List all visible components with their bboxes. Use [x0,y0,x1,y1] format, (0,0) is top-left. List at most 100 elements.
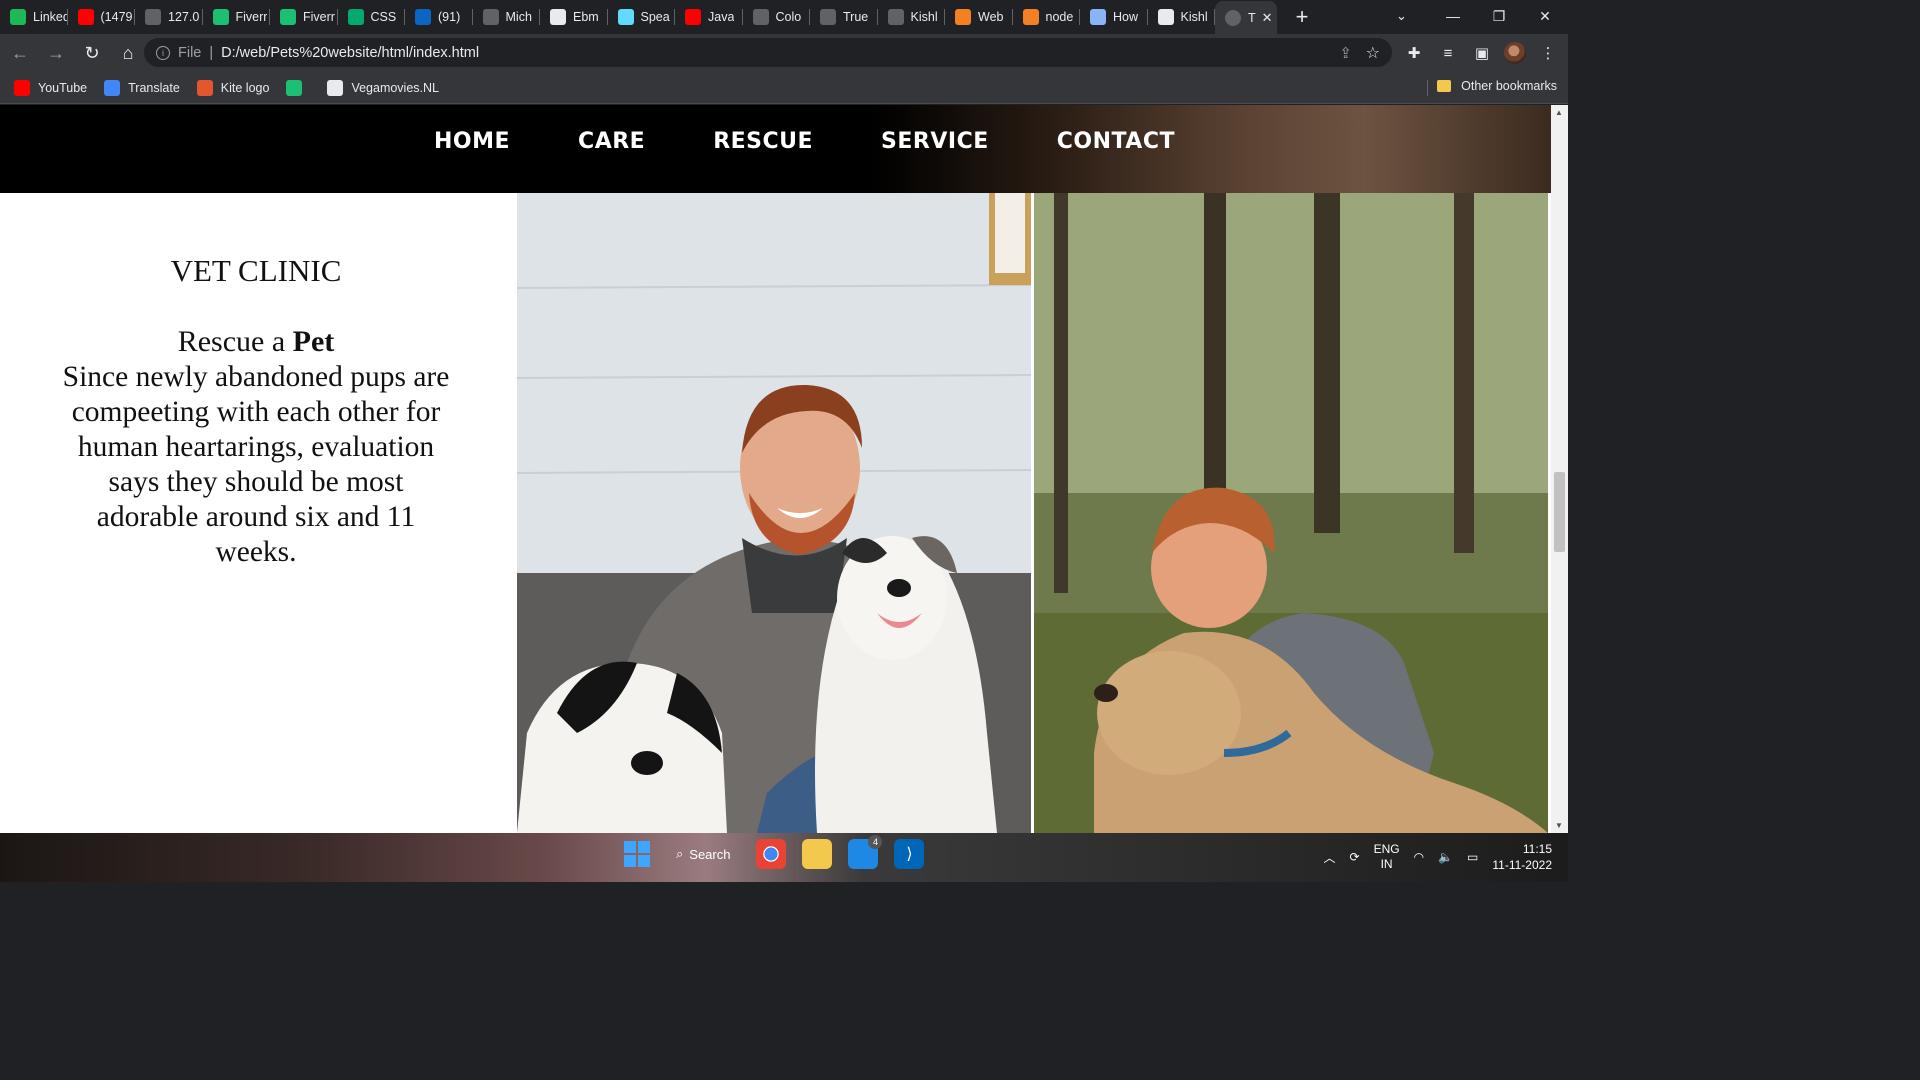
profile-avatar[interactable] [1504,42,1526,64]
nav-link-care[interactable]: CARE [578,129,645,154]
close-window-button[interactable]: ✕ [1522,0,1568,32]
tab-item[interactable]: Kishl [878,0,946,34]
bookmark-label: Kite logo [220,80,270,95]
stackoverflow-icon [955,9,971,25]
clinic-title: VET CLINIC [170,253,342,288]
forward-button[interactable]: → [40,37,72,69]
tab-item[interactable]: Web [945,0,1013,34]
tab-item[interactable]: Fiverr [270,0,338,34]
vet-clinic-section: VET CLINIC Rescue a Pet Since newly aban… [0,193,517,833]
address-bar[interactable]: i File | D:/web/Pets%20website/html/inde… [144,38,1392,67]
tab-label: T [1248,11,1256,25]
new-tab-button[interactable]: + [1285,0,1319,34]
home-button[interactable]: ⌂ [112,37,144,69]
green-square-icon [10,9,26,25]
system-tray: ︿ ⟳ ENG IN ◠ 🔈 ▭ 11:15 11-11-2022 [1324,841,1552,873]
start-icon[interactable] [624,841,650,867]
tab-label: Ebm [573,10,599,24]
globe-icon [1225,10,1241,26]
site-nav-list: HOME CARE RESCUE SERVICE CONTACT [434,129,1243,154]
restore-button[interactable]: ❐ [1476,0,1522,32]
stackoverflow-icon [1022,9,1039,25]
youtube-icon [77,9,94,25]
back-button[interactable]: ← [4,37,36,69]
nav-link-contact[interactable]: CONTACT [1057,129,1175,154]
rescue-heading: Rescue a Pet [0,325,512,359]
bookmark-label: Translate [128,80,180,95]
bookmark-item[interactable] [286,79,310,96]
nav-link-rescue[interactable]: RESCUE [713,129,813,154]
bookmark-label: YouTube [38,80,88,95]
menu-icon[interactable]: ⋮ [1536,37,1560,69]
rescue-prefix: Rescue a [177,325,293,358]
tab-label: True [843,10,869,24]
tab-label: Fiverr [235,10,268,24]
scrollbar-thumb[interactable] [1554,472,1565,552]
globe-icon [887,9,904,25]
tab-item[interactable]: LinkedIn [0,0,68,34]
mail-icon[interactable]: 4 [848,835,883,869]
tab-item[interactable]: (91) [405,0,473,34]
tab-item[interactable]: Colo [743,0,811,34]
bookmark-item[interactable]: Vegamovies.NL [327,79,439,96]
tab-label: CSS [370,10,397,24]
tab-item[interactable]: (1479 [68,0,136,34]
tab-item[interactable]: How [1080,0,1148,34]
language-indicator[interactable]: ENG IN [1374,842,1400,872]
wifi-icon[interactable]: ◠ [1414,850,1424,864]
nav-link-service[interactable]: SERVICE [881,129,989,154]
tab-item[interactable]: CSS [338,0,406,34]
url-text[interactable]: D:/web/Pets%20website/html/index.html [221,45,479,61]
chevron-down-icon[interactable]: ⌄ [1396,8,1412,24]
bookmark-item[interactable]: YouTube [14,79,88,96]
tab-item[interactable]: node [1013,0,1081,34]
sync-icon[interactable]: ⟳ [1350,850,1360,864]
kite-icon [196,79,213,96]
taskbar-search[interactable]: ⌕ Search [666,840,740,868]
tab-item[interactable]: Java [675,0,743,34]
boy-with-dog-illustration [1034,193,1548,833]
other-bookmarks[interactable]: Other bookmarks [1437,79,1557,93]
tab-item[interactable]: Kishl [1148,0,1216,34]
nav-link-home[interactable]: HOME [434,129,510,154]
media-controls-icon[interactable]: ≡ [1436,37,1460,69]
tab-active[interactable]: T ✕ [1215,1,1277,35]
tab-item[interactable]: Fiverr [203,0,271,34]
chrome-icon[interactable] [756,839,787,869]
minimize-button[interactable]: — [1430,0,1476,32]
tab-label: 127.0 [168,10,200,24]
tab-item[interactable]: Mich [473,0,541,34]
clock[interactable]: 11:15 11-11-2022 [1492,841,1552,873]
tab-label: LinkedIn [33,10,68,24]
youtube-icon [685,9,701,25]
reload-button[interactable]: ↻ [76,37,108,69]
extensions-icon[interactable]: ✚ [1402,37,1426,69]
search-icon: ⌕ [676,846,684,861]
scroll-down-arrow-icon[interactable]: ▼ [1555,821,1563,830]
side-panel-icon[interactable]: ▣ [1470,37,1494,69]
info-icon[interactable]: i [156,45,170,60]
bookmark-star-icon[interactable]: ☆ [1366,43,1380,63]
file-explorer-icon[interactable] [802,839,833,869]
tab-item[interactable]: Ebm [540,0,608,34]
battery-icon[interactable]: ▭ [1467,850,1478,864]
page-scrollbar[interactable]: ▲ ▼ [1551,105,1568,833]
bookmark-item[interactable]: Kite logo [196,79,270,96]
man-with-dogs-illustration [517,193,1031,833]
tab-item[interactable]: 127.0 [135,0,203,34]
rescue-bold: Pet [292,325,335,358]
taskbar-search-label: Search [689,846,731,862]
tab-label: Kishl [910,10,938,24]
bookmark-item[interactable]: Translate [104,79,180,96]
tab-item[interactable]: Spea [608,0,676,34]
share-icon[interactable]: ⇪ [1339,44,1352,62]
a-icon [1090,9,1106,25]
close-icon[interactable]: ✕ [1262,10,1273,26]
tab-label: (91) [438,10,461,24]
clinic-description: Since newly abandoned pups are compeetin… [62,361,450,568]
volume-icon[interactable]: 🔈 [1438,850,1453,864]
vscode-icon[interactable]: ⟩ [894,839,925,869]
chevron-up-icon[interactable]: ︿ [1324,849,1336,866]
tab-item[interactable]: True [810,0,878,34]
scroll-up-arrow-icon[interactable]: ▲ [1555,108,1563,117]
